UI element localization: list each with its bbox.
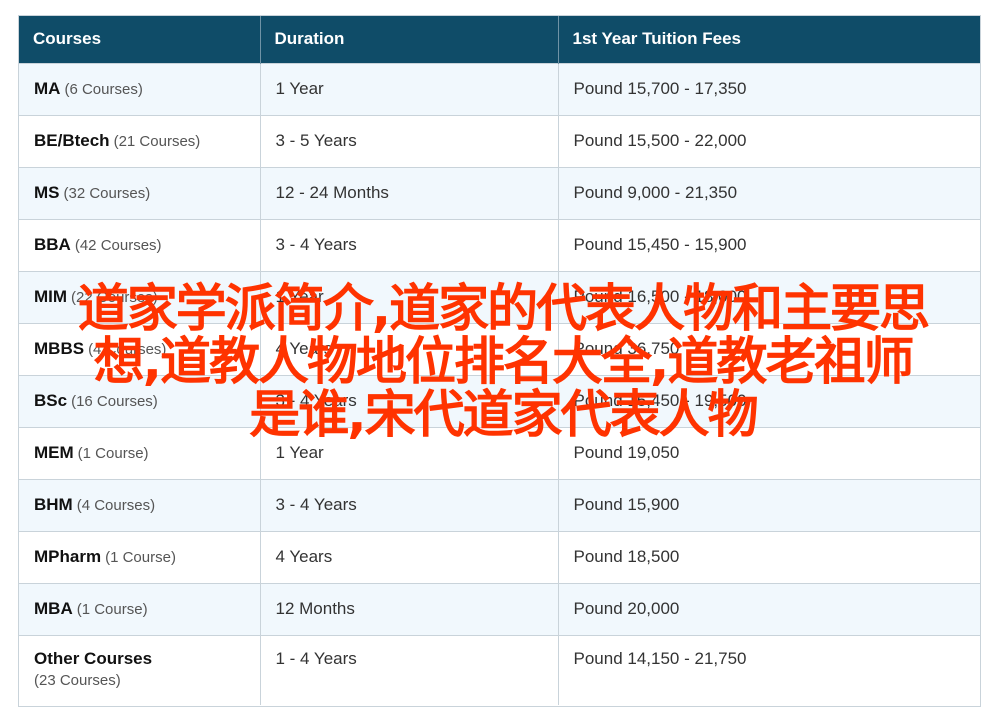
course-count: (16 Courses) <box>71 393 158 410</box>
table-body: MA (6 Courses) 1 Year Pound 15,700 - 17,350… <box>19 62 980 705</box>
course-name: Other Courses <box>34 648 153 668</box>
course-cell: BSc (16 Courses) <box>19 374 261 427</box>
course-count: (6 Courses) <box>64 81 143 98</box>
course-count: (21 Courses) <box>113 133 201 150</box>
table-row: MIM (22 Courses) 1 Year Pound 16,500 - 18,0… <box>19 270 980 323</box>
course-name: MA <box>34 79 61 98</box>
duration-cell: 3 - 5 Years <box>260 114 559 167</box>
course-count: (32 Courses) <box>63 185 151 202</box>
course-cell: MEM (1 Course) <box>19 426 261 479</box>
course-cell: MPharm (1 Course) <box>19 530 261 583</box>
table-row: BBA (42 Courses) 3 - 4 Years Pound 15,450 -… <box>19 218 980 271</box>
course-cell: BBA (42 Courses) <box>19 218 261 271</box>
table-row: Other Courses (23 Courses) 1 - 4 Years Poun… <box>19 634 980 705</box>
course-name: MS <box>34 183 60 202</box>
course-count: (1 Course) <box>105 549 176 566</box>
course-name: MBA <box>34 599 73 618</box>
course-count: (1 Course) <box>76 601 148 618</box>
fees-cell: Pound 15,700 - 17,350 <box>558 62 980 115</box>
table-row: BSc (16 Courses) 3 - 4 Years Pound 15,450 -… <box>19 374 980 427</box>
fees-cell: Pound 16,500 - 18,000 <box>558 270 980 323</box>
course-cell: MIM (22 Courses) <box>19 270 261 323</box>
fees-cell: Pound 15,450 - 15,900 <box>558 218 980 271</box>
course-name: MPharm <box>34 547 102 566</box>
table-header: Courses Duration 1st Year Tuition Fees <box>19 16 980 63</box>
course-count: (4 Courses) <box>88 341 167 358</box>
duration-cell: 1 Year <box>260 270 559 323</box>
course-count: (42 Courses) <box>74 237 162 254</box>
fees-cell: Pound 20,000 <box>558 582 980 635</box>
duration-cell: 12 - 24 Months <box>260 166 559 219</box>
course-count: (23 Courses) <box>34 671 121 689</box>
course-name: BBA <box>34 235 71 254</box>
course-count: (1 Course) <box>77 445 149 462</box>
table-row: BHM (4 Courses) 3 - 4 Years Pound 15,900 <box>19 478 980 531</box>
table-row: MBBS (4 Courses) 4 Years Pound 36,750 <box>19 322 980 375</box>
course-name: BSc <box>34 391 68 410</box>
fees-cell: Pound 18,500 <box>558 530 980 583</box>
course-name: MBBS <box>34 339 85 358</box>
duration-cell: 3 - 4 Years <box>260 478 559 531</box>
course-name: BE/Btech <box>34 131 110 150</box>
fees-cell: Pound 14,150 - 21,750 <box>558 634 980 705</box>
duration-cell: 1 - 4 Years <box>260 634 559 705</box>
course-cell: MBBS (4 Courses) <box>19 322 261 375</box>
table-row: MPharm (1 Course) 4 Years Pound 18,500 <box>19 530 980 583</box>
course-cell: MA (6 Courses) <box>19 62 261 115</box>
duration-cell: 12 Months <box>260 582 559 635</box>
fees-cell: Pound 15,500 - 22,000 <box>558 114 980 167</box>
table-row: MBA (1 Course) 12 Months Pound 20,000 <box>19 582 980 635</box>
table-row: MEM (1 Course) 1 Year Pound 19,050 <box>19 426 980 479</box>
fees-cell: Pound 36,750 <box>558 322 980 375</box>
fees-cell: Pound 15,450 - 19,500 <box>558 374 980 427</box>
header-tuition-fees: 1st Year Tuition Fees <box>558 16 980 63</box>
course-cell: BE/Btech (21 Courses) <box>19 114 261 167</box>
table-row: MA (6 Courses) 1 Year Pound 15,700 - 17,350 <box>19 62 980 115</box>
duration-cell: 4 Years <box>260 322 559 375</box>
duration-cell: 1 Year <box>260 62 559 115</box>
courses-table: Courses Duration 1st Year Tuition Fees M… <box>19 16 980 705</box>
duration-cell: 3 - 4 Years <box>260 218 559 271</box>
duration-cell: 4 Years <box>260 530 559 583</box>
duration-cell: 1 Year <box>260 426 559 479</box>
course-name: MIM <box>34 287 68 306</box>
header-courses: Courses <box>19 16 261 63</box>
duration-cell: 3 - 4 Years <box>260 374 559 427</box>
course-cell: MBA (1 Course) <box>19 582 261 635</box>
table-row: BE/Btech (21 Courses) 3 - 5 Years Pound 15,… <box>19 114 980 167</box>
course-cell: Other Courses (23 Courses) <box>19 634 261 705</box>
header-row: Courses Duration 1st Year Tuition Fees <box>19 16 980 63</box>
fees-cell: Pound 19,050 <box>558 426 980 479</box>
course-cell: BHM (4 Courses) <box>19 478 261 531</box>
fees-cell: Pound 15,900 <box>558 478 980 531</box>
fees-cell: Pound 9,000 - 21,350 <box>558 166 980 219</box>
course-count: (4 Courses) <box>76 497 156 514</box>
course-name: MEM <box>34 443 74 462</box>
table-row: MS (32 Courses) 12 - 24 Months Pound 9,000 … <box>19 166 980 219</box>
course-count: (22 Courses) <box>71 289 158 306</box>
courses-table-frame: Courses Duration 1st Year Tuition Fees M… <box>18 15 981 707</box>
header-duration: Duration <box>260 16 559 63</box>
course-name: BHM <box>34 495 73 514</box>
course-cell: MS (32 Courses) <box>19 166 261 219</box>
